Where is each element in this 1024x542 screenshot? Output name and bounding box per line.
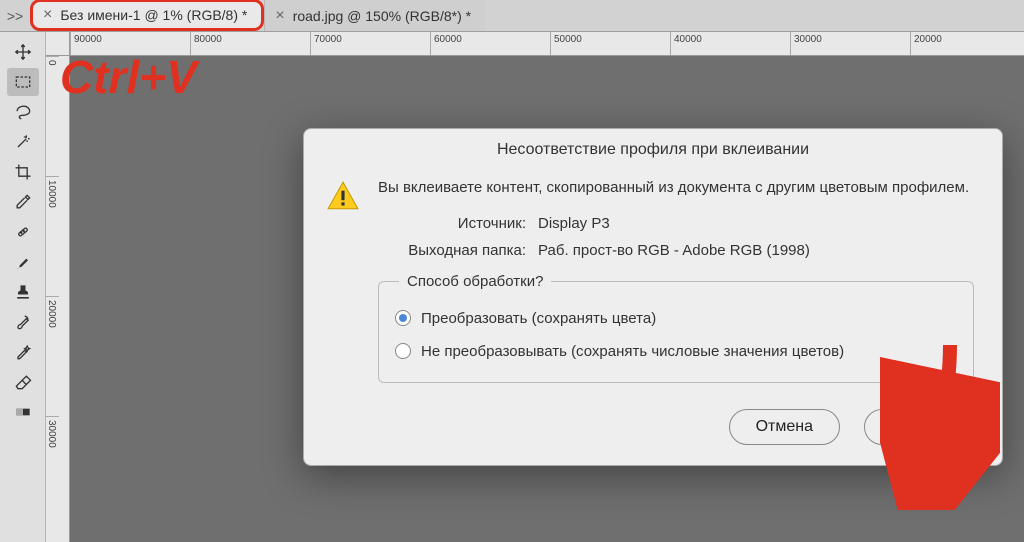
ruler-mark: 20000 <box>910 32 1024 55</box>
method-legend: Способ обработки? <box>399 273 551 290</box>
stamp-tool[interactable] <box>7 278 39 306</box>
radio-icon <box>395 310 411 326</box>
eyedropper-tool[interactable] <box>7 188 39 216</box>
document-tabs: >> × Без имени-1 @ 1% (RGB/8) * × road.j… <box>0 0 1024 32</box>
tab-label: Без имени-1 @ 1% (RGB/8) * <box>60 7 247 23</box>
ruler-vertical: 0 10000 20000 30000 <box>46 56 70 542</box>
ruler-mark: 70000 <box>310 32 430 55</box>
warning-icon <box>326 179 360 213</box>
radio-convert[interactable]: Преобразовать (сохранять цвета) <box>395 302 957 335</box>
tools-panel <box>0 32 46 542</box>
ruler-mark: 60000 <box>430 32 550 55</box>
shortcut-annotation: Ctrl+V <box>60 50 197 104</box>
move-tool[interactable] <box>7 38 39 66</box>
ruler-mark: 0 <box>46 56 59 176</box>
crop-tool[interactable] <box>7 158 39 186</box>
dialog-title: Несоответствие профиля при вклеивании <box>304 129 1002 167</box>
ruler-mark: 50000 <box>550 32 670 55</box>
eraser-tool[interactable] <box>7 368 39 396</box>
tab-overflow-chevrons[interactable]: >> <box>0 8 30 24</box>
destination-value: Раб. прост-во RGB - Adobe RGB (1998) <box>538 242 974 259</box>
ruler-horizontal: 90000 80000 70000 60000 50000 40000 3000… <box>70 32 1024 56</box>
dialog-message: Вы вклеиваете контент, скопированный из … <box>378 177 974 199</box>
source-label: Источник: <box>378 215 538 232</box>
ruler-mark: 30000 <box>46 416 59 536</box>
ruler-mark: 80000 <box>190 32 310 55</box>
tab-label: road.jpg @ 150% (RGB/8*) * <box>293 8 471 24</box>
lasso-tool[interactable] <box>7 98 39 126</box>
ruler-mark: 10000 <box>46 176 59 296</box>
radio-icon <box>395 343 411 359</box>
effects-brush-tool[interactable] <box>7 338 39 366</box>
close-icon[interactable]: × <box>43 6 52 24</box>
radio-label: Преобразовать (сохранять цвета) <box>421 310 656 327</box>
history-brush-tool[interactable] <box>7 308 39 336</box>
radio-no-convert[interactable]: Не преобразовывать (сохранять числовые з… <box>395 335 957 368</box>
destination-label: Выходная папка: <box>378 242 538 259</box>
ok-button[interactable]: OK <box>864 409 974 445</box>
brush-tool[interactable] <box>7 248 39 276</box>
magic-wand-tool[interactable] <box>7 128 39 156</box>
ruler-mark: 20000 <box>46 296 59 416</box>
marquee-tool[interactable] <box>7 68 39 96</box>
source-value: Display P3 <box>538 215 974 232</box>
gradient-tool[interactable] <box>7 398 39 426</box>
ruler-mark: 30000 <box>790 32 910 55</box>
cancel-button[interactable]: Отмена <box>729 409 840 445</box>
healing-tool[interactable] <box>7 218 39 246</box>
tab-road-jpg[interactable]: × road.jpg @ 150% (RGB/8*) * <box>264 0 485 31</box>
close-icon[interactable]: × <box>275 7 284 25</box>
method-fieldset: Способ обработки? Преобразовать (сохраня… <box>378 273 974 383</box>
profile-mismatch-dialog: Несоответствие профиля при вклеивании Вы… <box>303 128 1003 466</box>
radio-label: Не преобразовывать (сохранять числовые з… <box>421 343 844 360</box>
tab-untitled-1[interactable]: × Без имени-1 @ 1% (RGB/8) * <box>30 0 264 31</box>
ruler-mark: 40000 <box>670 32 790 55</box>
